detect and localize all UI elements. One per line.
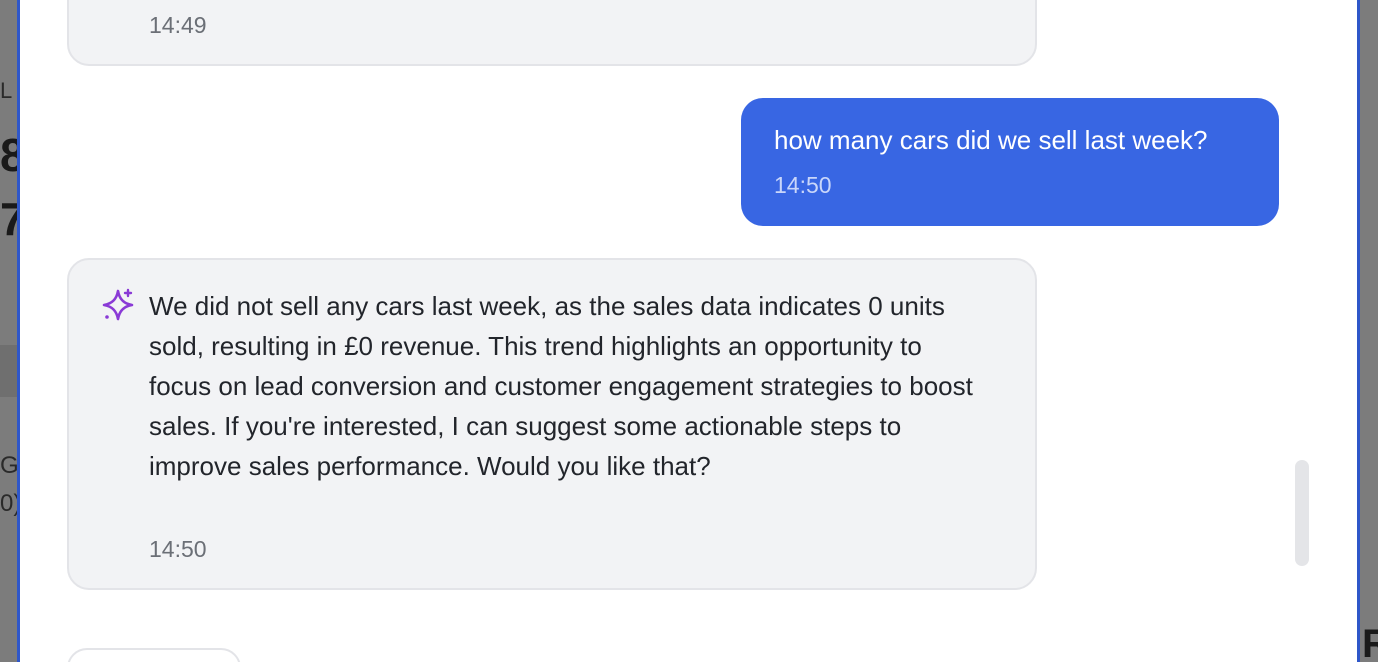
scrollbar-thumb[interactable] — [1295, 460, 1309, 566]
message-timestamp: 14:50 — [149, 536, 207, 562]
message-timestamp: 14:50 — [774, 172, 832, 198]
message-timestamp: 14:49 — [149, 12, 207, 38]
suggestion-chip[interactable] — [67, 648, 241, 662]
message-text: how many cars did we sell last week? — [774, 125, 1208, 155]
background-text-fragment: R — [1362, 622, 1378, 662]
sparkle-icon — [102, 288, 134, 321]
background-text-fragment: L — [0, 78, 13, 103]
chat-panel: 14:49 how many cars did we sell last wee… — [17, 0, 1360, 662]
assistant-message: 14:49 — [67, 0, 1037, 66]
user-message: how many cars did we sell last week? 14:… — [741, 98, 1279, 226]
background-text-fragment: G — [0, 452, 19, 479]
message-text: We did not sell any cars last week, as t… — [149, 291, 973, 481]
assistant-message: We did not sell any cars last week, as t… — [67, 258, 1037, 590]
